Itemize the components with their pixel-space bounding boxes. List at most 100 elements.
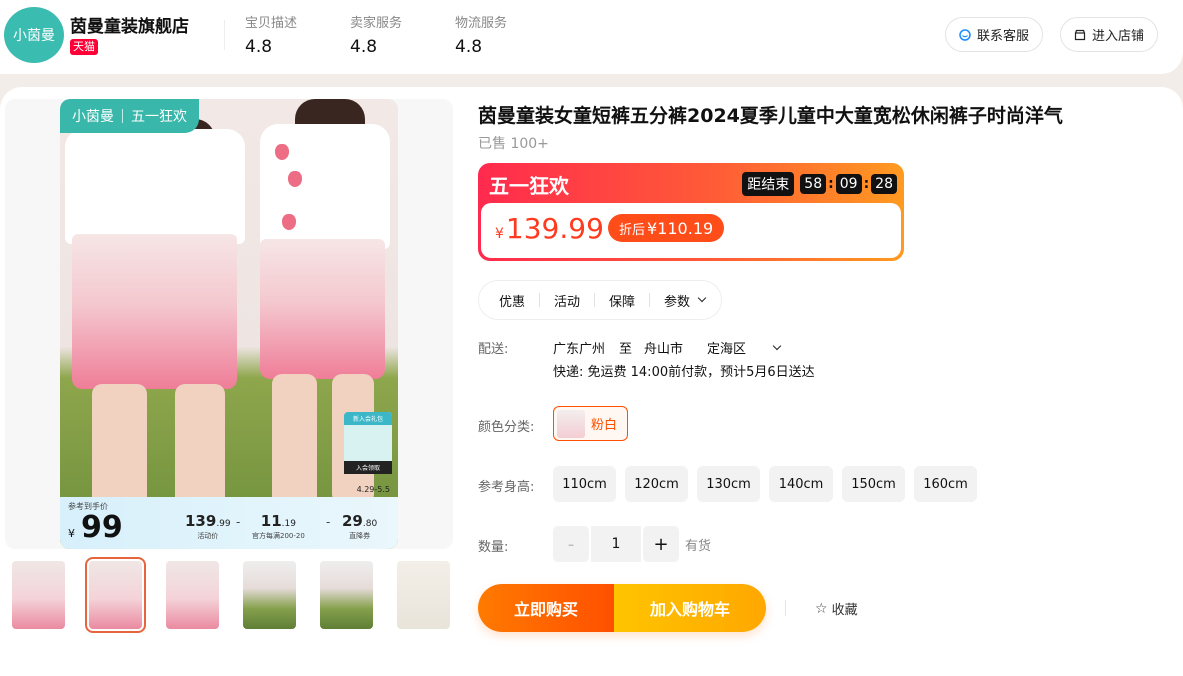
segment-decimal: .80 bbox=[362, 519, 378, 529]
enter-shop-button[interactable]: 进入店铺 bbox=[1060, 17, 1159, 52]
store-name[interactable]: 茵曼童装旗舰店 bbox=[70, 12, 189, 37]
discounted-price-badge: 折后 ¥110.19 bbox=[608, 214, 725, 242]
thumbnail-2[interactable] bbox=[85, 557, 146, 633]
promo-price-box: 五一狂欢 距结束 58 : 09 : 28 ¥139.99 折后 ¥110.19 bbox=[478, 163, 904, 261]
image-decoration bbox=[260, 239, 385, 379]
tab-separator bbox=[539, 293, 541, 307]
shipping-to-word: 至 bbox=[619, 342, 633, 357]
shipping-label: 配送: bbox=[478, 342, 509, 357]
current-price: ¥139.99 bbox=[495, 212, 604, 245]
countdown-separator: : bbox=[828, 176, 834, 192]
countdown-minutes: 09 bbox=[835, 174, 862, 194]
tab-separator bbox=[649, 293, 651, 307]
rating-logistics: 物流服务 4.8 bbox=[455, 12, 507, 57]
segment-value: 29 bbox=[342, 512, 363, 530]
store-logo[interactable]: 小茵曼 bbox=[4, 7, 64, 63]
size-option-110[interactable]: 110cm bbox=[553, 466, 616, 502]
quantity-stepper: - 1 + 有货 bbox=[553, 526, 711, 562]
thumbnail-4[interactable] bbox=[243, 561, 296, 629]
store-header: 小茵曼 茵曼童装旗舰店 天猫 宝贝描述 4.8 卖家服务 4.8 物流服务 4.… bbox=[0, 0, 1183, 74]
color-label: 颜色分类: bbox=[478, 420, 535, 435]
main-product-image[interactable]: 小茵曼 五一狂欢 新入会礼包 入会领取 4.29-5.5 参考到手价 ¥99 1… bbox=[60, 99, 398, 549]
size-option-120[interactable]: 120cm bbox=[625, 466, 688, 502]
add-to-cart-button[interactable]: 加入购物车 bbox=[614, 584, 766, 632]
image-decoration bbox=[175, 384, 225, 514]
price-segment-official: 11.19 官方每满200-20 bbox=[252, 512, 305, 541]
color-option-pink-white[interactable]: 粉白 bbox=[553, 406, 629, 441]
price-segment-coupon: 29.80 直降券 bbox=[342, 512, 377, 541]
sold-count: 已售 100+ bbox=[478, 136, 549, 152]
tab-activity[interactable]: 活动 bbox=[554, 291, 580, 310]
tab-parameters-label: 参数 bbox=[664, 294, 691, 310]
district-label: 定海区 bbox=[707, 342, 747, 357]
discount-prefix: 折后 bbox=[619, 222, 646, 238]
size-label: 参考身高: bbox=[478, 480, 535, 495]
rating-service: 卖家服务 4.8 bbox=[350, 12, 402, 57]
segment-decimal: .19 bbox=[281, 519, 296, 529]
quantity-decrease-button[interactable]: - bbox=[553, 526, 589, 562]
thumbnail-3[interactable] bbox=[166, 561, 219, 629]
minus-sign: - bbox=[236, 515, 241, 529]
image-tag-separator bbox=[122, 109, 123, 123]
reference-price: ¥99 bbox=[68, 510, 123, 545]
district-selector[interactable]: 定海区 bbox=[707, 338, 794, 357]
header-divider bbox=[224, 20, 225, 50]
image-decoration bbox=[275, 144, 289, 160]
chat-icon bbox=[959, 28, 971, 41]
thumbnail-6[interactable] bbox=[397, 561, 450, 629]
member-gift-footer: 入会领取 bbox=[344, 461, 392, 474]
favorite-button[interactable]: ☆ 收藏 bbox=[815, 599, 858, 619]
quantity-increase-button[interactable]: + bbox=[643, 526, 679, 562]
image-event-tag: 小茵曼 五一狂欢 bbox=[60, 99, 199, 133]
size-option-160[interactable]: 160cm bbox=[914, 466, 977, 502]
shipping-route: 广东广州 至 舟山市 定海区 bbox=[553, 338, 794, 357]
member-gift-title: 新入会礼包 bbox=[344, 412, 392, 425]
size-option-140[interactable]: 140cm bbox=[769, 466, 833, 502]
countdown-label: 距结束 bbox=[742, 172, 795, 196]
minus-sign: - bbox=[326, 515, 331, 529]
image-tag-brand: 小茵曼 bbox=[72, 109, 114, 125]
currency-symbol: ¥ bbox=[495, 226, 504, 242]
size-option-150[interactable]: 150cm bbox=[842, 466, 905, 502]
segment-label: 直降券 bbox=[349, 532, 371, 540]
thumbnail-1[interactable] bbox=[12, 561, 65, 629]
price-panel: ¥139.99 折后 ¥110.19 bbox=[481, 203, 901, 258]
rating-label: 物流服务 bbox=[455, 16, 508, 31]
tmall-badge: 天猫 bbox=[70, 39, 98, 55]
product-title: 茵曼童装女童短裤五分裤2024夏季儿童中大童宽松休闲裤子时尚洋气 bbox=[478, 105, 1063, 127]
rating-label: 卖家服务 bbox=[350, 16, 403, 31]
segment-label: 活动价 bbox=[197, 532, 219, 540]
image-decoration bbox=[72, 234, 237, 389]
tab-separator bbox=[594, 293, 596, 307]
countdown-seconds: 28 bbox=[871, 174, 897, 194]
price-segment-activity: 139.99 活动价 bbox=[185, 512, 231, 541]
color-option-label: 粉白 bbox=[591, 418, 618, 433]
favorite-divider bbox=[785, 600, 786, 616]
image-decoration bbox=[65, 129, 245, 244]
buy-now-button[interactable]: 立即购买 bbox=[478, 584, 614, 632]
size-option-130[interactable]: 130cm bbox=[697, 466, 760, 502]
shipping-to-city: 舟山市 bbox=[644, 342, 684, 357]
thumbnail-5[interactable] bbox=[320, 561, 373, 629]
rating-value: 4.8 bbox=[455, 37, 483, 57]
chevron-down-icon bbox=[697, 293, 707, 303]
countdown-hours: 58 bbox=[800, 174, 827, 194]
tab-guarantee[interactable]: 保障 bbox=[609, 291, 635, 310]
rating-description: 宝贝描述 4.8 bbox=[245, 12, 297, 57]
chevron-down-icon bbox=[772, 341, 782, 350]
shipping-from: 广东广州 bbox=[553, 342, 606, 357]
member-gift-visual bbox=[344, 425, 392, 461]
quantity-input[interactable]: 1 bbox=[591, 526, 641, 562]
segment-value: 11 bbox=[260, 512, 282, 530]
tab-discount[interactable]: 优惠 bbox=[499, 291, 525, 310]
image-tag-event: 五一狂欢 bbox=[131, 109, 187, 125]
shop-icon bbox=[1074, 29, 1086, 40]
image-decoration bbox=[272, 374, 317, 514]
tab-parameters[interactable]: 参数 bbox=[664, 291, 707, 310]
enter-shop-label: 进入店铺 bbox=[1092, 29, 1145, 44]
segment-label: 官方每满200-20 bbox=[252, 532, 305, 540]
contact-service-button[interactable]: 联系客服 bbox=[945, 17, 1044, 52]
segment-decimal: .99 bbox=[216, 519, 231, 529]
shipping-detail: 快递: 免运费 14:00前付款，预计5月6日送达 bbox=[553, 365, 815, 380]
countdown-separator: : bbox=[863, 176, 870, 192]
